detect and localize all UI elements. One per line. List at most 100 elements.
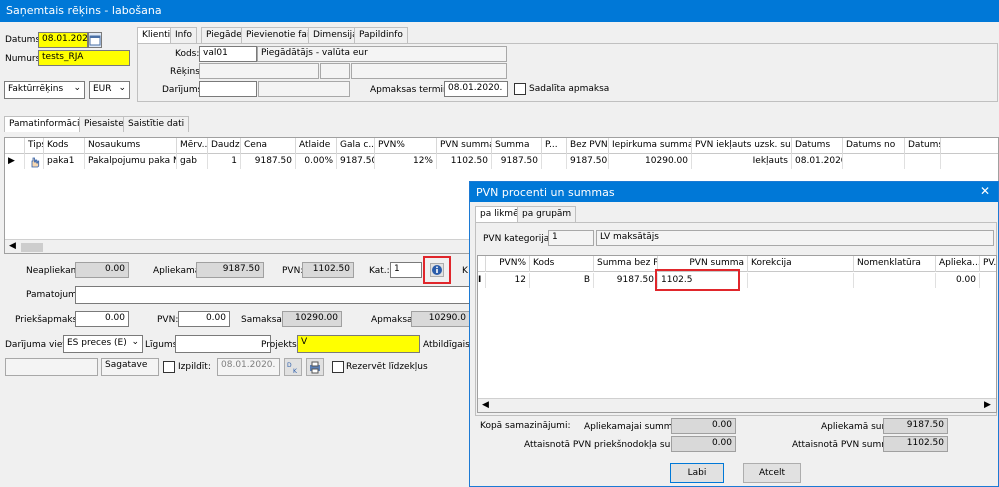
cell-pvn-pct[interactable]: 12 <box>486 273 530 288</box>
table-row[interactable]: ▶paka1Pakalpojumu paka Nr.1gab19187.500.… <box>5 154 998 169</box>
izpildit-label: Izpildīt: <box>178 362 211 372</box>
col-header[interactable]: Kods <box>44 138 85 154</box>
col-header[interactable]: Nosaukums <box>85 138 177 154</box>
rezervet-checkbox[interactable] <box>332 361 344 373</box>
grid-cell[interactable]: paka1 <box>44 154 85 169</box>
currency-select[interactable]: EUR ⌄ <box>89 81 130 99</box>
col-header[interactable]: Bez PVN <box>567 138 609 154</box>
col-header[interactable]: Summa <box>492 138 542 154</box>
grid-cell[interactable]: 9187.50 <box>492 154 542 169</box>
vat-dialog: PVN procenti un summas ✕ pa likmēm pa gr… <box>469 181 999 487</box>
grid-cell[interactable]: 9187.50 <box>241 154 296 169</box>
apliekamajai-value: 0.00 <box>671 418 736 434</box>
scrollbar-thumb[interactable] <box>21 243 43 252</box>
kopa-label: Kopā samazinājumi: <box>480 421 571 431</box>
tab-pa-grupam[interactable]: pa grupām <box>517 206 577 222</box>
scroll-left-icon[interactable]: ◀ <box>482 400 489 410</box>
tab-info[interactable]: Info <box>170 27 198 43</box>
grid-cell[interactable]: Pakalpojumu paka Nr.1 <box>85 154 177 169</box>
col-kods[interactable]: Kods <box>530 256 594 272</box>
cell-kods[interactable]: B <box>530 273 594 288</box>
cell-summa-bez[interactable]: 9187.50 <box>594 273 658 288</box>
kategorija-input[interactable]: 1 <box>548 230 594 246</box>
col-header[interactable]: Gala c... <box>337 138 375 154</box>
doc-type-value: Faktūrrēķins <box>8 84 64 94</box>
row-selector: ▶ <box>5 154 25 169</box>
kods-name: Piegādātājs - valūta eur <box>257 46 507 62</box>
cancel-button[interactable]: Atcelt <box>743 463 801 483</box>
col-pvn-pct[interactable]: PVN% <box>486 256 530 272</box>
grid-cell[interactable]: 1 <box>208 154 241 169</box>
grid-cell[interactable] <box>905 154 941 169</box>
ligums-input[interactable] <box>175 335 271 353</box>
col-header[interactable]: Datums no <box>843 138 905 154</box>
col-korekcija[interactable]: Korekcija <box>748 256 854 272</box>
col-nomenklatura[interactable]: Nomenklatūra <box>854 256 936 272</box>
cell-korekcija[interactable] <box>748 273 854 288</box>
info-icon[interactable] <box>430 263 444 277</box>
printer-icon[interactable] <box>306 358 324 376</box>
col-summa-bez[interactable]: Summa bez PVN <box>594 256 658 272</box>
grid-cell[interactable] <box>843 154 905 169</box>
vat-dialog-titlebar: PVN procenti un summas ✕ <box>470 182 998 202</box>
col-header[interactable]: PVN summa <box>437 138 492 154</box>
calendar-icon[interactable] <box>88 32 102 48</box>
kods-input[interactable]: val01 <box>199 46 257 62</box>
grid-cell[interactable]: 9187.50 <box>567 154 609 169</box>
grid-cell[interactable]: gab <box>177 154 208 169</box>
tab-papildinfo[interactable]: Papildinfo <box>354 27 408 43</box>
col-apliek[interactable]: Apliekа... <box>936 256 980 272</box>
close-icon[interactable]: ✕ <box>980 184 990 198</box>
numurs-input[interactable]: tests_RJA <box>38 50 130 66</box>
izpildit-checkbox[interactable] <box>163 361 175 373</box>
status-empty-field <box>5 358 98 376</box>
tab-saistitie-dati[interactable]: Saistītie dati <box>123 116 190 132</box>
col-header[interactable]: P... <box>542 138 567 154</box>
cell-apliek[interactable]: 0.00 <box>936 273 980 288</box>
col-header[interactable]: Tips <box>25 138 44 154</box>
scroll-right-icon[interactable]: ▶ <box>984 400 991 410</box>
col-header[interactable]: PVN% <box>375 138 437 154</box>
col-header[interactable]: Atlaide <box>296 138 337 154</box>
samaksai-value: 10290.00 <box>282 311 342 327</box>
grid-cell[interactable]: 9187.50 <box>337 154 375 169</box>
prieksapmaksa-input[interactable]: 0.00 <box>75 311 129 327</box>
col-header[interactable]: Mērv... <box>177 138 208 154</box>
darijuma-vieta-select[interactable]: ES preces (E) ⌄ <box>63 335 143 353</box>
grid-cell[interactable] <box>542 154 567 169</box>
cell-nomenklatura[interactable] <box>854 273 936 288</box>
kat-input[interactable]: 1 <box>390 262 422 278</box>
apmaksai-value: 10290.0 <box>411 311 470 327</box>
grid-cell[interactable]: 10290.00 <box>609 154 692 169</box>
projekts-input[interactable]: V <box>297 335 420 353</box>
col-pv[interactable]: PV... <box>980 256 996 272</box>
pvn2-input[interactable]: 0.00 <box>178 311 230 327</box>
tab-piegade[interactable]: Piegāde <box>201 27 247 43</box>
vat-dialog-title: PVN procenti un summas <box>476 186 615 199</box>
dk-icon[interactable]: DK <box>284 358 302 376</box>
row-cursor-icon: I <box>478 273 486 288</box>
grid-cell[interactable]: 0.00% <box>296 154 337 169</box>
col-header[interactable]: Cena <box>241 138 296 154</box>
termins-input[interactable]: 08.01.2020. <box>444 81 508 97</box>
grid-cell[interactable]: 08.01.2020. <box>792 154 843 169</box>
col-header[interactable]: PVN iekļauts uzsk. summā <box>692 138 792 154</box>
kods-label: Kods: <box>175 49 200 59</box>
col-header[interactable]: Datums <box>792 138 843 154</box>
darijums-input[interactable] <box>199 81 257 97</box>
col-header[interactable]: Iepirkuma summa,... <box>609 138 692 154</box>
col-header[interactable]: Datums <box>905 138 941 154</box>
grid-cell[interactable]: 1102.50 <box>437 154 492 169</box>
col-header[interactable]: Daudz... <box>208 138 241 154</box>
grid-cell[interactable]: Iekļauts <box>692 154 792 169</box>
vat-grid-scrollbar[interactable]: ◀ ▶ <box>478 398 996 412</box>
vat-info-button[interactable] <box>423 256 451 284</box>
grid-cell[interactable]: 12% <box>375 154 437 169</box>
scroll-left-icon[interactable]: ◀ <box>9 241 16 251</box>
pamatojums-input[interactable] <box>75 286 470 304</box>
doc-type-select[interactable]: Faktūrrēķins ⌄ <box>4 81 85 99</box>
sadalita-checkbox[interactable] <box>514 83 526 95</box>
top-tabs: Klienti Info Piegāde Pievienotie faili D… <box>137 27 408 43</box>
ok-button[interactable]: Labi <box>670 463 724 483</box>
datums-input[interactable]: 08.01.2020 <box>38 32 88 48</box>
